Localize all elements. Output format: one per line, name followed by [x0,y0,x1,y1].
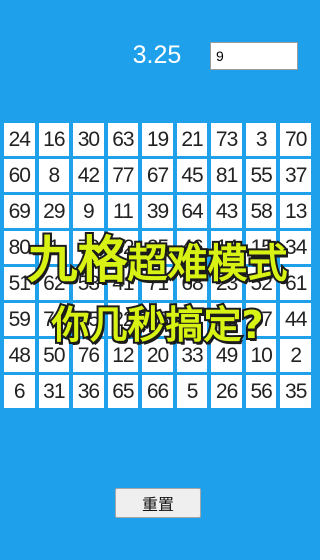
grid-cell[interactable]: 65 [107,375,139,408]
grid-cell[interactable]: 64 [176,195,208,228]
grid-cell[interactable]: 68 [176,267,208,300]
grid-cell[interactable]: 48 [4,339,35,372]
grid-cell[interactable]: 39 [142,195,173,228]
grid-cell[interactable]: 71 [142,267,173,300]
grid-cell[interactable]: 5 [176,375,208,408]
grid-cell[interactable]: 44 [280,303,311,336]
grid-cell[interactable]: 12 [107,339,139,372]
grid-cell[interactable]: 9 [73,195,104,228]
grid-cell[interactable]: 33 [176,339,208,372]
grid-cell[interactable]: 20 [142,339,173,372]
grid-cell[interactable]: 2 [280,339,311,372]
grid-cell[interactable]: 30 [73,123,104,156]
reset-button[interactable]: 重置 [115,488,201,518]
grid-cell[interactable]: 14 [211,231,242,264]
answer-input[interactable] [210,42,298,70]
grid-cell[interactable]: 25 [142,231,173,264]
grid-cell[interactable]: 67 [142,159,173,192]
grid-cell[interactable]: 36 [73,375,104,408]
grid-cell[interactable]: 45 [176,159,208,192]
grid-cell[interactable]: 1 [38,231,70,264]
grid-cell[interactable]: 79 [73,231,104,264]
grid-cell[interactable]: 49 [211,339,242,372]
grid-cell[interactable]: 43 [211,195,242,228]
grid-cell[interactable]: 77 [107,159,139,192]
grid-cell[interactable]: 66 [142,375,173,408]
grid-cell[interactable]: 13 [280,195,311,228]
grid-cell[interactable]: 32 [107,231,139,264]
grid-cell[interactable]: 79 [38,303,70,336]
grid-cell[interactable]: 24 [4,123,35,156]
grid-cell[interactable]: 6 [4,375,35,408]
grid-cell[interactable]: 60 [4,159,35,192]
grid-cell[interactable]: 15 [245,231,277,264]
grid-cell[interactable]: 81 [211,159,242,192]
grid-cell[interactable]: 53 [73,267,104,300]
grid-cell[interactable]: 76 [73,339,104,372]
grid-cell[interactable]: 69 [4,195,35,228]
grid-cell[interactable]: 80 [4,231,35,264]
grid-cell[interactable]: 41 [176,303,208,336]
grid-cell[interactable]: 62 [38,267,70,300]
grid-cell[interactable]: 11 [107,195,139,228]
grid-cell[interactable]: 22 [107,303,139,336]
grid-cell[interactable]: 70 [280,123,311,156]
grid-cell[interactable]: 10 [245,339,277,372]
grid-cell[interactable]: 31 [38,375,70,408]
grid-cell[interactable]: 26 [211,375,242,408]
grid-cell[interactable]: 3 [245,123,277,156]
grid-cell[interactable]: 41 [107,267,139,300]
grid-cell[interactable]: 23 [211,267,242,300]
grid-cell[interactable]: 57 [245,303,277,336]
grid-cell[interactable]: 42 [73,159,104,192]
grid-cell[interactable]: 18 [211,303,242,336]
grid-cell[interactable]: 56 [245,375,277,408]
grid-cell[interactable]: 63 [107,123,139,156]
grid-cell[interactable]: 52 [245,267,277,300]
grid-cell[interactable]: 75 [73,303,104,336]
grid-cell[interactable]: 51 [4,267,35,300]
grid-cell[interactable]: 34 [280,231,311,264]
grid-cell[interactable]: 21 [176,123,208,156]
grid-cell[interactable]: 37 [280,159,311,192]
grid-cell[interactable]: 28 [142,303,173,336]
grid-cell[interactable]: 55 [245,159,277,192]
grid-cell[interactable]: 29 [38,195,70,228]
grid-cell[interactable]: 59 [4,303,35,336]
grid-cell[interactable]: 19 [142,123,173,156]
grid-cell[interactable]: 58 [245,195,277,228]
grid-cell[interactable]: 73 [211,123,242,156]
grid-cell[interactable]: 46 [176,231,208,264]
grid-cell[interactable]: 16 [38,123,70,156]
timer-display: 3.25 [132,41,182,69]
grid-cell[interactable]: 35 [280,375,311,408]
number-grid: 24 16 30 63 19 21 73 3 70 60 8 42 77 67 45 81 55 37 69 29 9 1… [0,123,315,408]
grid-cell[interactable]: 61 [280,267,311,300]
grid-cell[interactable]: 50 [38,339,70,372]
grid-cell[interactable]: 8 [38,159,70,192]
